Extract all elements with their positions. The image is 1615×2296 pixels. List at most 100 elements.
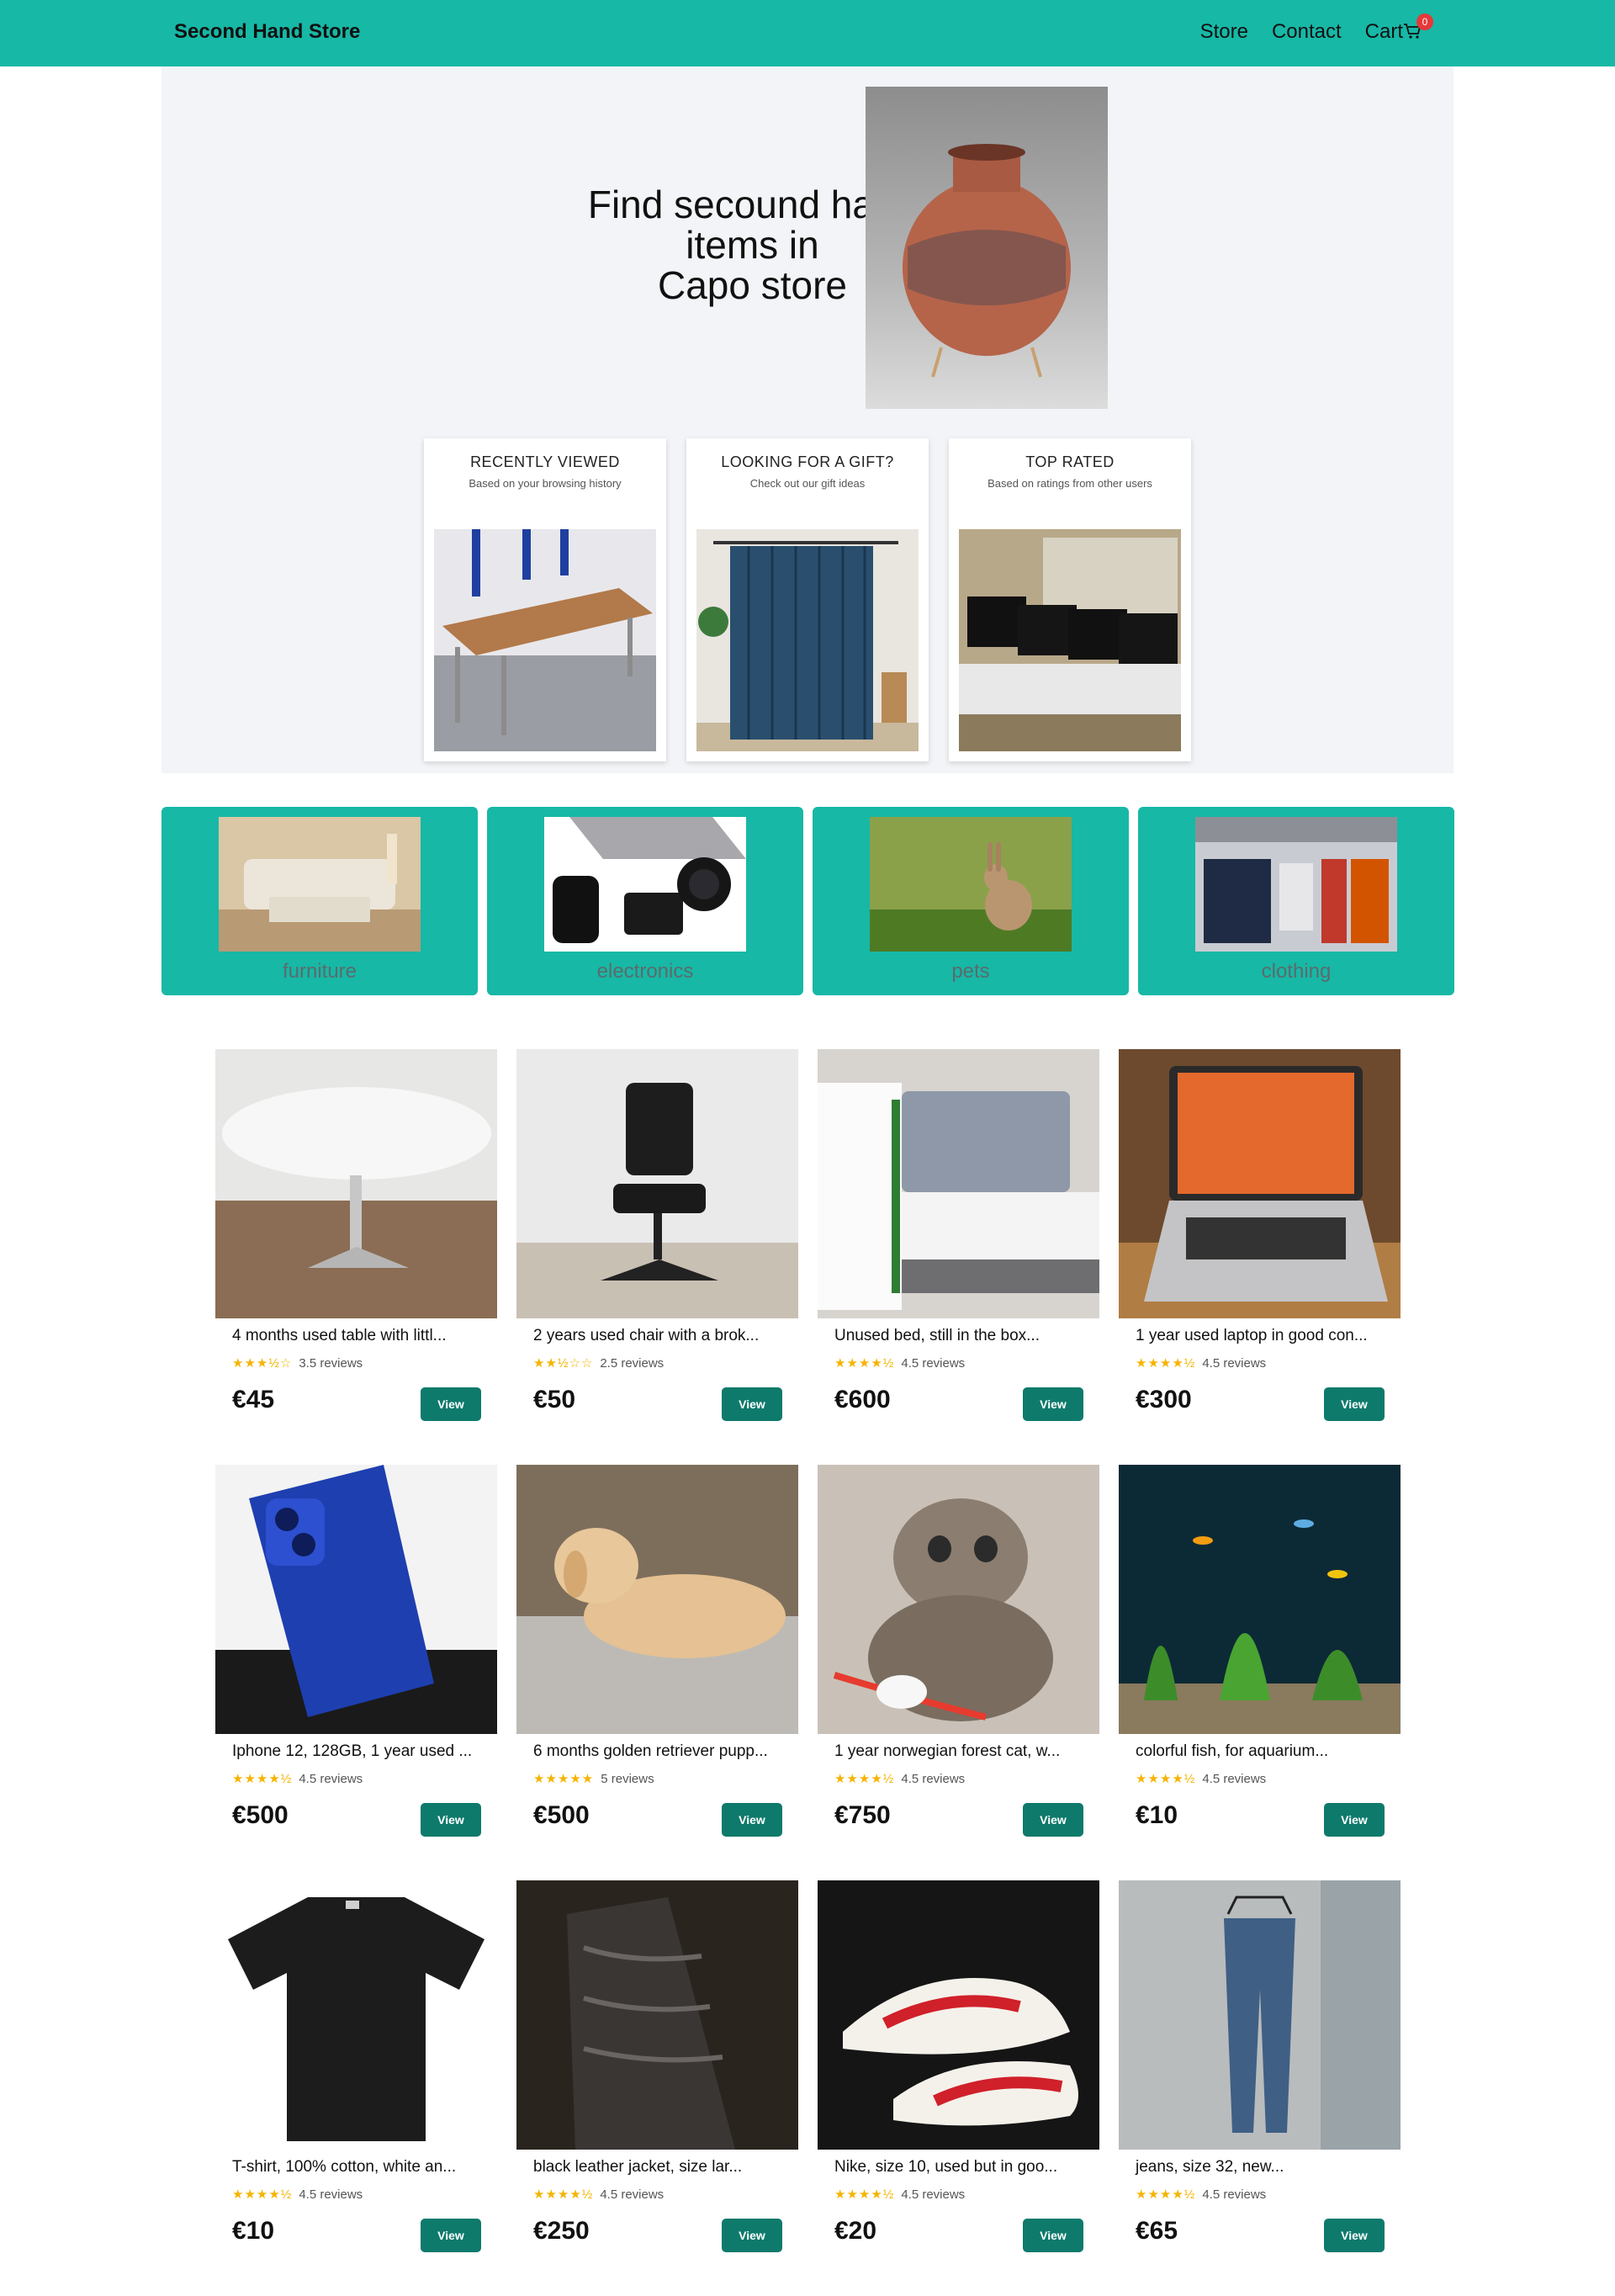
brand-logo[interactable]: Second Hand Store bbox=[174, 20, 360, 44]
review-count: 4.5 reviews bbox=[1202, 2187, 1267, 2202]
category-label: electronics bbox=[596, 960, 694, 983]
product-title: Iphone 12, 128GB, 1 year used ... bbox=[232, 1742, 473, 1760]
product-price: €500 bbox=[232, 1801, 289, 1829]
star-rating-icon: ★★★★½ bbox=[1136, 1772, 1196, 1786]
star-rating-icon: ★★★★½ bbox=[834, 1772, 895, 1786]
product-price: €10 bbox=[232, 2217, 275, 2245]
product-card: black leather jacket, size lar... ★★★★½ … bbox=[516, 1880, 798, 2252]
product-card: jeans, size 32, new... ★★★★½ 4.5 reviews… bbox=[1119, 1880, 1401, 2252]
product-rating: ★★★★½ 4.5 reviews bbox=[834, 2187, 965, 2203]
view-button[interactable]: View bbox=[1324, 2219, 1385, 2252]
product-image-chair[interactable] bbox=[516, 1049, 798, 1318]
view-button[interactable]: View bbox=[722, 2219, 782, 2252]
feature-subtitle: Check out our gift ideas bbox=[749, 477, 866, 490]
star-rating-icon: ★★★★½ bbox=[1136, 2187, 1196, 2202]
star-rating-icon: ★★★★½ bbox=[232, 1772, 293, 1786]
view-button[interactable]: View bbox=[421, 1387, 481, 1421]
category-furniture[interactable]: furniture bbox=[162, 807, 478, 995]
product-rating: ★★★★½ 4.5 reviews bbox=[1136, 2187, 1267, 2203]
feature-image-table bbox=[434, 529, 656, 751]
review-count: 4.5 reviews bbox=[1202, 1771, 1267, 1786]
product-title: Nike, size 10, used but in goo... bbox=[834, 2158, 1058, 2176]
view-button[interactable]: View bbox=[722, 1387, 782, 1421]
product-image-sneakers[interactable] bbox=[818, 1880, 1099, 2150]
category-pets[interactable]: pets bbox=[813, 807, 1129, 995]
view-button[interactable]: View bbox=[722, 1803, 782, 1837]
cart-label: Cart bbox=[1364, 20, 1403, 43]
product-image-fish[interactable] bbox=[1119, 1465, 1401, 1734]
product-title: colorful fish, for aquarium... bbox=[1136, 1742, 1329, 1760]
star-rating-icon: ★★★½☆ bbox=[232, 1356, 293, 1371]
product-price: €65 bbox=[1136, 2217, 1178, 2245]
product-rating: ★★★½☆ 3.5 reviews bbox=[232, 1355, 363, 1371]
category-label: clothing bbox=[1261, 960, 1332, 983]
view-button[interactable]: View bbox=[421, 2219, 481, 2252]
star-rating-icon: ★★½☆☆ bbox=[533, 1356, 594, 1371]
feature-card-gift[interactable]: LOOKING FOR A GIFT? Check out our gift i… bbox=[686, 438, 929, 761]
category-label: pets bbox=[951, 960, 990, 983]
product-title: T-shirt, 100% cotton, white an... bbox=[232, 2158, 457, 2176]
product-image-jeans[interactable] bbox=[1119, 1880, 1401, 2150]
product-image-cat[interactable] bbox=[818, 1465, 1099, 1734]
feature-card-recently-viewed[interactable]: RECENTLY VIEWED Based on your browsing h… bbox=[424, 438, 666, 761]
feature-card-top-rated[interactable]: TOP RATED Based on ratings from other us… bbox=[949, 438, 1191, 761]
product-price: €500 bbox=[533, 1801, 590, 1829]
product-title: Unused bed, still in the box... bbox=[834, 1327, 1040, 1344]
product-price: €600 bbox=[834, 1386, 891, 1413]
product-card: Iphone 12, 128GB, 1 year used ... ★★★★½ … bbox=[215, 1465, 497, 1837]
view-button[interactable]: View bbox=[1324, 1803, 1385, 1837]
product-image-laptop[interactable] bbox=[1119, 1049, 1401, 1318]
feature-title: TOP RATED bbox=[1025, 453, 1115, 470]
cart-count-badge: 0 bbox=[1416, 13, 1433, 30]
product-price: €300 bbox=[1136, 1386, 1192, 1413]
product-price: €250 bbox=[533, 2217, 590, 2245]
star-rating-icon: ★★★★½ bbox=[232, 2187, 293, 2202]
category-image-furniture bbox=[219, 817, 421, 952]
product-image-puppy[interactable] bbox=[516, 1465, 798, 1734]
product-price: €45 bbox=[232, 1386, 275, 1413]
product-rating: ★★★★½ 4.5 reviews bbox=[232, 2187, 363, 2203]
product-card: 1 year used laptop in good con... ★★★★½ … bbox=[1119, 1049, 1401, 1421]
view-button[interactable]: View bbox=[1324, 1387, 1385, 1421]
view-button[interactable]: View bbox=[1023, 1387, 1083, 1421]
feature-subtitle: Based on your browsing history bbox=[469, 477, 622, 490]
nav-links: Store Contact Cart 0 bbox=[1200, 13, 1433, 44]
product-title: 1 year used laptop in good con... bbox=[1136, 1327, 1368, 1344]
product-image-iphone[interactable] bbox=[215, 1465, 497, 1734]
review-count: 4.5 reviews bbox=[299, 1771, 363, 1786]
feature-subtitle: Based on ratings from other users bbox=[988, 477, 1152, 490]
product-title: 1 year norwegian forest cat, w... bbox=[834, 1742, 1061, 1760]
product-title: 2 years used chair with a brok... bbox=[533, 1327, 760, 1344]
product-rating: ★★★★½ 4.5 reviews bbox=[1136, 1355, 1266, 1371]
product-image-bed[interactable] bbox=[818, 1049, 1099, 1318]
review-count: 4.5 reviews bbox=[299, 2187, 363, 2202]
category-image-pets bbox=[870, 817, 1072, 952]
category-clothing[interactable]: clothing bbox=[1138, 807, 1454, 995]
category-electronics[interactable]: electronics bbox=[487, 807, 803, 995]
category-image-clothing bbox=[1195, 817, 1397, 952]
product-price: €50 bbox=[533, 1386, 576, 1413]
nav-store-link[interactable]: Store bbox=[1200, 20, 1248, 44]
review-count: 4.5 reviews bbox=[901, 1771, 966, 1786]
product-price: €20 bbox=[834, 2217, 877, 2245]
star-rating-icon: ★★★★½ bbox=[533, 2187, 594, 2202]
view-button[interactable]: View bbox=[421, 1803, 481, 1837]
product-image-table[interactable] bbox=[215, 1049, 497, 1318]
category-label: furniture bbox=[282, 960, 357, 983]
view-button[interactable]: View bbox=[1023, 1803, 1083, 1837]
nav-contact-link[interactable]: Contact bbox=[1272, 20, 1342, 44]
product-price: €10 bbox=[1136, 1801, 1178, 1829]
product-title: 4 months used table with littl... bbox=[232, 1327, 447, 1344]
feature-image-monitors bbox=[959, 529, 1181, 751]
product-rating: ★★★★½ 4.5 reviews bbox=[232, 1771, 363, 1787]
product-image-leather-jacket[interactable] bbox=[516, 1880, 798, 2150]
hero-section: Find secound hand items in Capo store RE… bbox=[162, 66, 1454, 773]
view-button[interactable]: View bbox=[1023, 2219, 1083, 2252]
product-card: colorful fish, for aquarium... ★★★★½ 4.5… bbox=[1119, 1465, 1401, 1837]
review-count: 5 reviews bbox=[601, 1771, 654, 1786]
product-card: 6 months golden retriever pupp... ★★★★★ … bbox=[516, 1465, 798, 1837]
product-rating: ★★★★★ 5 reviews bbox=[533, 1771, 654, 1787]
nav-cart-link[interactable]: Cart 0 bbox=[1364, 13, 1433, 44]
product-card: Unused bed, still in the box... ★★★★½ 4.… bbox=[818, 1049, 1099, 1421]
product-image-tshirt[interactable] bbox=[215, 1880, 497, 2150]
